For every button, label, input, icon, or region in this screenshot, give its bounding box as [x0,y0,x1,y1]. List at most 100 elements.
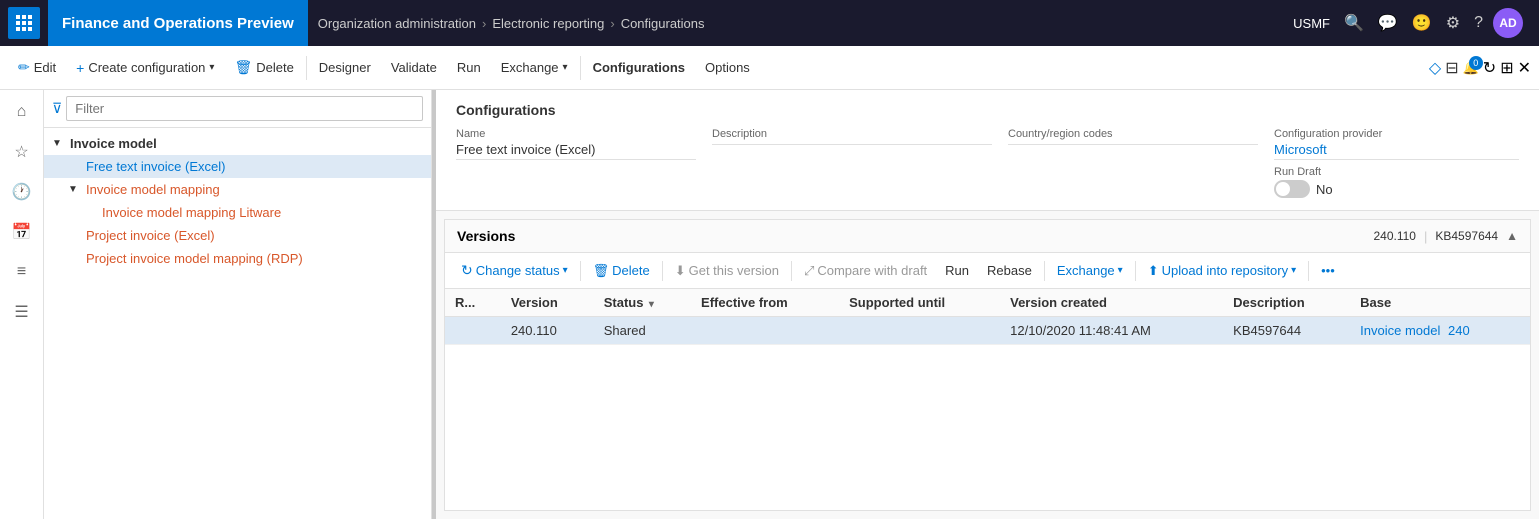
top-nav: Finance and Operations Preview Organizat… [0,0,1539,46]
command-bar: ✏ Edit + Create configuration ▾ 🗑 Delete… [0,46,1539,90]
upload-chevron-icon: ▾ [1291,265,1296,276]
config-header: Configurations Name Free text invoice (E… [436,90,1539,211]
trash-icon: 🗑 [234,59,252,76]
versions-run-button[interactable]: Run [937,260,977,281]
chat-icon[interactable]: 💬 [1374,9,1402,37]
cell-base-label[interactable]: Invoice model [1360,323,1440,338]
vt-sep-2 [662,261,663,281]
options-button[interactable]: Options [695,46,760,90]
chevron-down-icon: ▾ [209,62,214,73]
change-status-button[interactable]: ↻ Change status ▾ [453,259,576,282]
field-name-value: Free text invoice (Excel) [456,142,696,160]
home-icon[interactable]: ⌂ [4,94,40,130]
upload-repo-button[interactable]: ⬆ Upload into repository ▾ [1140,260,1304,282]
config-panel-title: Configurations [456,102,1519,118]
right-panel: Configurations Name Free text invoice (E… [436,90,1539,519]
table-header-row: R... Version Status ▾ Effective from Sup… [445,289,1530,317]
smiley-icon[interactable]: 🙂 [1408,9,1436,37]
list-icon[interactable]: ≡ [4,254,40,290]
col-header-base[interactable]: Base [1350,289,1530,317]
help-icon[interactable]: ? [1470,10,1487,36]
tree-item-invoice-model[interactable]: ▼ Invoice model [44,132,431,155]
menu-icon[interactable]: ☰ [4,294,40,330]
configurations-tab[interactable]: Configurations [583,46,695,90]
field-provider-value[interactable]: Microsoft [1274,142,1519,160]
app-title: Finance and Operations Preview [48,0,308,46]
vt-sep-1 [580,261,581,281]
left-panel: ⊽ ▼ Invoice model Free text invoice (Exc… [44,90,432,519]
star-icon[interactable]: ☆ [4,134,40,170]
cell-version: 240.110 [501,317,594,345]
vt-sep-3 [791,261,792,281]
tree-item-mapping-litware[interactable]: Invoice model mapping Litware [44,201,431,224]
tree-item-project-invoice[interactable]: Project invoice (Excel) [44,224,431,247]
rebase-button[interactable]: Rebase [979,260,1040,281]
refresh-small-icon: ↻ [461,262,473,279]
versions-toolbar: ↻ Change status ▾ 🗑 Delete ⬇ Get this ve… [445,253,1530,289]
field-description-value [712,142,992,145]
versions-section: Versions 240.110 | KB4597644 ▲ ↻ Change … [444,219,1531,511]
get-this-version-button[interactable]: ⬇ Get this version [667,260,787,282]
vt-sep-6 [1308,261,1309,281]
tree-label-litware: Invoice model mapping Litware [102,205,281,220]
vt-sep-5 [1135,261,1136,281]
cell-base-num: 240 [1448,323,1470,338]
clock-icon[interactable]: 🕐 [4,174,40,210]
calendar-icon[interactable]: 📅 [4,214,40,250]
breadcrumb-er[interactable]: Electronic reporting [492,16,604,31]
download-icon: ⬇ [675,263,686,279]
col-header-supported-until[interactable]: Supported until [839,289,1000,317]
cmd-separator-2 [580,56,581,80]
filter-input[interactable] [66,96,423,121]
designer-button[interactable]: Designer [309,46,381,90]
tree-item-free-text[interactable]: Free text invoice (Excel) [44,155,431,178]
toggle-row: No [1274,180,1519,198]
run-draft-toggle[interactable] [1274,180,1310,198]
tree-label-model-mapping: Invoice model mapping [86,182,220,197]
grid-icon[interactable] [8,7,40,39]
col-header-description[interactable]: Description [1223,289,1350,317]
compare-icon: ⤢ [804,263,814,279]
config-fields: Name Free text invoice (Excel) Descripti… [456,128,1519,198]
more-options-button[interactable]: ••• [1313,260,1343,281]
col-header-effective-from[interactable]: Effective from [691,289,839,317]
nav-icon[interactable]: ⊞ [1500,58,1513,78]
versions-tbody: 240.110 Shared 12/10/2020 11:48:41 AM KB… [445,317,1530,345]
tree-container: ▼ Invoice model Free text invoice (Excel… [44,128,431,519]
edit-button[interactable]: ✏ Edit [8,46,66,90]
col-header-version[interactable]: Version [501,289,594,317]
field-description: Description [712,128,992,198]
diamond-icon[interactable]: ◇ [1429,58,1441,78]
tree-item-model-mapping[interactable]: ▼ Invoice model mapping [44,178,431,201]
breadcrumb-org[interactable]: Organization administration [318,16,476,31]
versions-data-table: R... Version Status ▾ Effective from Sup… [445,289,1530,345]
search-icon[interactable]: 🔍 [1340,9,1368,37]
compare-with-draft-button[interactable]: ⤢ Compare with draft [796,260,935,282]
versions-version-num: 240.110 [1373,229,1416,243]
tree-item-project-rdp[interactable]: Project invoice model mapping (RDP) [44,247,431,270]
exchange-button[interactable]: Exchange ▾ [491,46,578,90]
settings-icon[interactable]: ⚙ [1442,9,1464,37]
refresh-icon[interactable]: ↻ [1483,58,1496,78]
versions-kb: KB4597644 [1435,229,1498,243]
close-icon[interactable]: ✕ [1518,58,1531,78]
upload-icon: ⬆ [1148,263,1159,279]
run-button[interactable]: Run [447,46,491,90]
versions-delete-button[interactable]: 🗑 Delete [585,260,658,282]
user-avatar[interactable]: AD [1493,8,1523,38]
validate-button[interactable]: Validate [381,46,447,90]
breadcrumb-configs[interactable]: Configurations [621,16,705,31]
cell-base: Invoice model 240 [1350,317,1530,345]
ellipsis-icon: ••• [1321,263,1335,278]
split-icon[interactable]: ⊟ [1445,58,1458,78]
delete-button[interactable]: 🗑 Delete [224,46,303,90]
table-row[interactable]: 240.110 Shared 12/10/2020 11:48:41 AM KB… [445,317,1530,345]
col-header-status[interactable]: Status ▾ [594,289,691,317]
field-country-value [1008,142,1258,145]
notification-icon[interactable]: 🔔 0 [1463,60,1479,76]
versions-collapse-icon[interactable]: ▲ [1506,229,1518,243]
run-draft-text: No [1316,182,1333,197]
col-header-version-created[interactable]: Version created [1000,289,1223,317]
create-config-button[interactable]: + Create configuration ▾ [66,46,224,90]
versions-exchange-button[interactable]: Exchange ▾ [1049,260,1131,281]
